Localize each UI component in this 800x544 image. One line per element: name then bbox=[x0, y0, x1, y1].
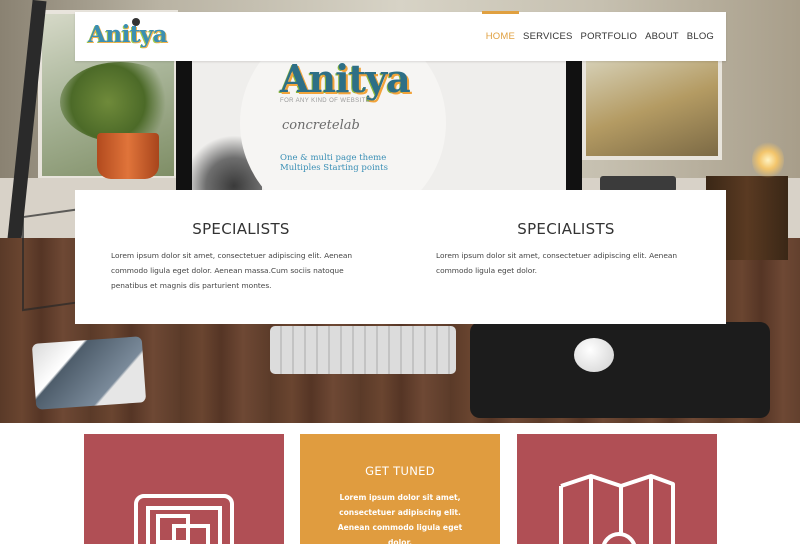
features-box: SPECIALISTS Lorem ipsum dolor sit amet, … bbox=[75, 190, 726, 324]
nav-services[interactable]: SERVICES bbox=[519, 12, 576, 61]
screen-logo: Anitya bbox=[280, 56, 411, 101]
nav-blog[interactable]: BLOG bbox=[683, 12, 718, 61]
brand-logo[interactable]: Anitya bbox=[88, 21, 168, 48]
card-title: GET TUNED bbox=[365, 464, 435, 478]
screen-script-logo: concretelab bbox=[282, 118, 360, 133]
service-card-gallery[interactable] bbox=[84, 434, 284, 544]
service-card-map[interactable] bbox=[517, 434, 717, 544]
gallery-icon bbox=[134, 494, 234, 544]
feature-column: SPECIALISTS Lorem ipsum dolor sit amet, … bbox=[436, 190, 696, 278]
tablet bbox=[31, 336, 147, 410]
feature-text: Lorem ipsum dolor sit amet, consectetuer… bbox=[111, 251, 353, 290]
navbar: Anitya HOME SERVICES PORTFOLIO ABOUT BLO… bbox=[75, 11, 726, 61]
screen-tagline-1: One & multi page theme bbox=[280, 153, 387, 163]
screen-subtitle: FOR ANY KIND OF WEBSITE bbox=[280, 98, 371, 104]
nav-home[interactable]: HOME bbox=[481, 11, 520, 61]
plant-pot bbox=[97, 133, 159, 179]
feature-title: SPECIALISTS bbox=[192, 220, 290, 238]
terrarium bbox=[22, 207, 82, 312]
map-pin-icon bbox=[559, 474, 675, 544]
nav-portfolio[interactable]: PORTFOLIO bbox=[577, 12, 642, 61]
keyboard bbox=[270, 326, 456, 374]
desk-mat bbox=[470, 322, 770, 418]
logo-dot-icon bbox=[132, 18, 140, 26]
feature-text: Lorem ipsum dolor sit amet, consectetuer… bbox=[436, 251, 678, 275]
feature-title: SPECIALISTS bbox=[517, 220, 615, 238]
main-nav: HOME SERVICES PORTFOLIO ABOUT BLOG bbox=[481, 11, 718, 61]
window-pane-right bbox=[582, 56, 722, 160]
feature-column: SPECIALISTS Lorem ipsum dolor sit amet, … bbox=[111, 190, 371, 293]
nav-about[interactable]: ABOUT bbox=[641, 12, 683, 61]
service-card-get-tuned[interactable]: GET TUNED Lorem ipsum dolor sit amet, co… bbox=[300, 434, 500, 544]
mouse bbox=[574, 338, 614, 372]
plant-leaves bbox=[60, 62, 180, 142]
card-text: Lorem ipsum dolor sit amet, consectetuer… bbox=[337, 493, 463, 544]
candle-glow bbox=[752, 140, 784, 180]
screen-tagline-2: Multiples Starting points bbox=[280, 163, 388, 173]
